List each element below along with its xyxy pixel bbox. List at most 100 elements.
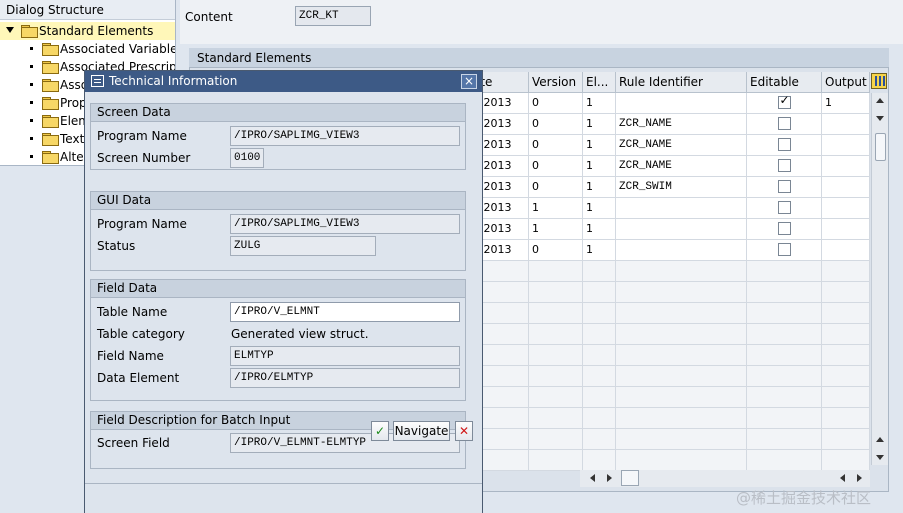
data-element-field[interactable]: /IPRO/ELMTYP (230, 368, 460, 388)
editable-cell[interactable] (747, 219, 822, 240)
content-field[interactable]: ZCR_KT (295, 6, 371, 26)
column-config-icon[interactable] (871, 73, 887, 89)
scroll-up-icon[interactable] (876, 98, 884, 103)
table-cell[interactable] (822, 156, 870, 177)
table-cell[interactable]: 1 (529, 219, 583, 240)
column-header[interactable]: Output (822, 72, 870, 93)
scroll-up-bottom-icon[interactable] (876, 437, 884, 442)
table-cell[interactable]: ZCR_NAME (616, 156, 747, 177)
table-cell[interactable] (616, 198, 747, 219)
scroll-left-icon[interactable] (590, 474, 595, 482)
editable-checkbox[interactable] (777, 201, 791, 214)
column-header[interactable]: Version (529, 72, 583, 93)
tree-item[interactable]: Associated Variables (30, 40, 175, 58)
editable-checkbox[interactable] (777, 159, 791, 172)
table-cell[interactable] (822, 177, 870, 198)
table-row[interactable]: 5.2013 0 1 (470, 240, 870, 261)
table-cell[interactable] (822, 135, 870, 156)
gui-data-group: GUI Data Program Name /IPRO/SAPLIMG_VIEW… (90, 191, 466, 271)
scroll-right-icon[interactable] (607, 474, 612, 482)
table-cell[interactable]: 1 (583, 156, 616, 177)
column-header[interactable]: Editable (747, 72, 822, 93)
table-cell[interactable] (616, 219, 747, 240)
tree-item[interactable]: Asso (30, 76, 88, 94)
editable-cell[interactable] (747, 240, 822, 261)
tree-item[interactable]: Text (30, 130, 84, 148)
editable-checkbox[interactable] (777, 138, 791, 151)
editable-cell[interactable] (747, 198, 822, 219)
table-row[interactable]: 5.2013 0 1 ZCR_SWIM (470, 177, 870, 198)
table-cell[interactable]: 0 (529, 156, 583, 177)
field-label: Table category (97, 327, 185, 341)
scroll-left-end-icon[interactable] (840, 474, 845, 482)
table-cell[interactable] (616, 93, 747, 114)
field-name-field[interactable]: ELMTYP (230, 346, 460, 366)
gui-status-field[interactable]: ZULG (230, 236, 376, 256)
editable-checkbox[interactable] (777, 180, 791, 193)
editable-cell[interactable] (747, 114, 822, 135)
tree-item[interactable]: Alte (30, 148, 84, 165)
scroll-down-icon[interactable] (876, 116, 884, 121)
table-cell[interactable]: 0 (529, 114, 583, 135)
editable-checkbox[interactable] (777, 94, 791, 109)
vertical-scroll-thumb[interactable] (875, 133, 886, 161)
editable-checkbox[interactable] (777, 222, 791, 235)
table-cell[interactable]: 0 (529, 240, 583, 261)
editable-cell[interactable] (747, 177, 822, 198)
table-cell[interactable]: 1 (583, 198, 616, 219)
tree-item[interactable]: Prop (30, 94, 87, 112)
table-cell[interactable] (616, 240, 747, 261)
screen-program-name-field[interactable]: /IPRO/SAPLIMG_VIEW3 (230, 126, 460, 146)
editable-cell[interactable] (747, 93, 822, 114)
table-name-field[interactable]: /IPRO/V_ELMNT (230, 302, 460, 322)
field-label: Table Name (97, 305, 168, 319)
table-cell[interactable]: 1 (583, 240, 616, 261)
table-cell[interactable]: 1 (583, 114, 616, 135)
table-cell[interactable] (822, 240, 870, 261)
screen-number-field[interactable]: 0100 (230, 148, 264, 168)
table-cell[interactable]: 0 (529, 177, 583, 198)
scroll-down-bottom-icon[interactable] (876, 455, 884, 460)
table-cell[interactable]: 1 (822, 93, 870, 114)
table-cell[interactable]: 0 (529, 135, 583, 156)
close-icon[interactable]: × (461, 74, 477, 89)
empty-cell (747, 408, 822, 429)
table-cell[interactable] (822, 114, 870, 135)
table-cell[interactable]: 1 (583, 135, 616, 156)
empty-cell (529, 387, 583, 408)
table-cell[interactable]: 1 (583, 177, 616, 198)
editable-cell[interactable] (747, 135, 822, 156)
table-cell[interactable]: 0 (529, 93, 583, 114)
expand-caret-icon[interactable] (6, 27, 14, 33)
table-cell[interactable]: 1 (583, 93, 616, 114)
editable-checkbox[interactable] (777, 243, 791, 256)
tree-item-standard-elements[interactable]: Standard Elements (0, 22, 175, 40)
table-row[interactable]: 5.2013 0 1 ZCR_NAME (470, 135, 870, 156)
table-row[interactable]: 6.2013011 (470, 93, 870, 114)
scroll-right-end-icon[interactable] (857, 474, 862, 482)
gui-program-name-field[interactable]: /IPRO/SAPLIMG_VIEW3 (230, 214, 460, 234)
table-row[interactable]: 5.2013 0 1 ZCR_NAME (470, 156, 870, 177)
table-row[interactable]: 5.2013 1 1 (470, 198, 870, 219)
table-row[interactable]: 5.2013 1 1 (470, 219, 870, 240)
dialog-footer (85, 483, 482, 513)
table-cell[interactable]: 1 (529, 198, 583, 219)
table-cell[interactable] (822, 198, 870, 219)
editable-cell[interactable] (747, 156, 822, 177)
empty-cell (616, 324, 747, 345)
table-row[interactable]: 5.2013 0 1 ZCR_NAME (470, 114, 870, 135)
cancel-icon[interactable]: ✕ (455, 421, 473, 441)
column-header[interactable]: El... (583, 72, 616, 93)
table-cell[interactable]: 1 (583, 219, 616, 240)
table-cell[interactable]: ZCR_SWIM (616, 177, 747, 198)
table-cell[interactable]: ZCR_NAME (616, 135, 747, 156)
table-cell[interactable] (822, 219, 870, 240)
navigate-button[interactable]: Navigate (393, 421, 450, 441)
tree-item[interactable]: Elem (30, 112, 90, 130)
editable-checkbox[interactable] (777, 117, 791, 130)
table-cell[interactable]: ZCR_NAME (616, 114, 747, 135)
tree-item-label: Alte (60, 150, 84, 164)
continue-check-icon[interactable]: ✓ (371, 421, 389, 441)
horizontal-scroll-thumb[interactable] (621, 470, 639, 486)
column-header[interactable]: Rule Identifier (616, 72, 747, 93)
